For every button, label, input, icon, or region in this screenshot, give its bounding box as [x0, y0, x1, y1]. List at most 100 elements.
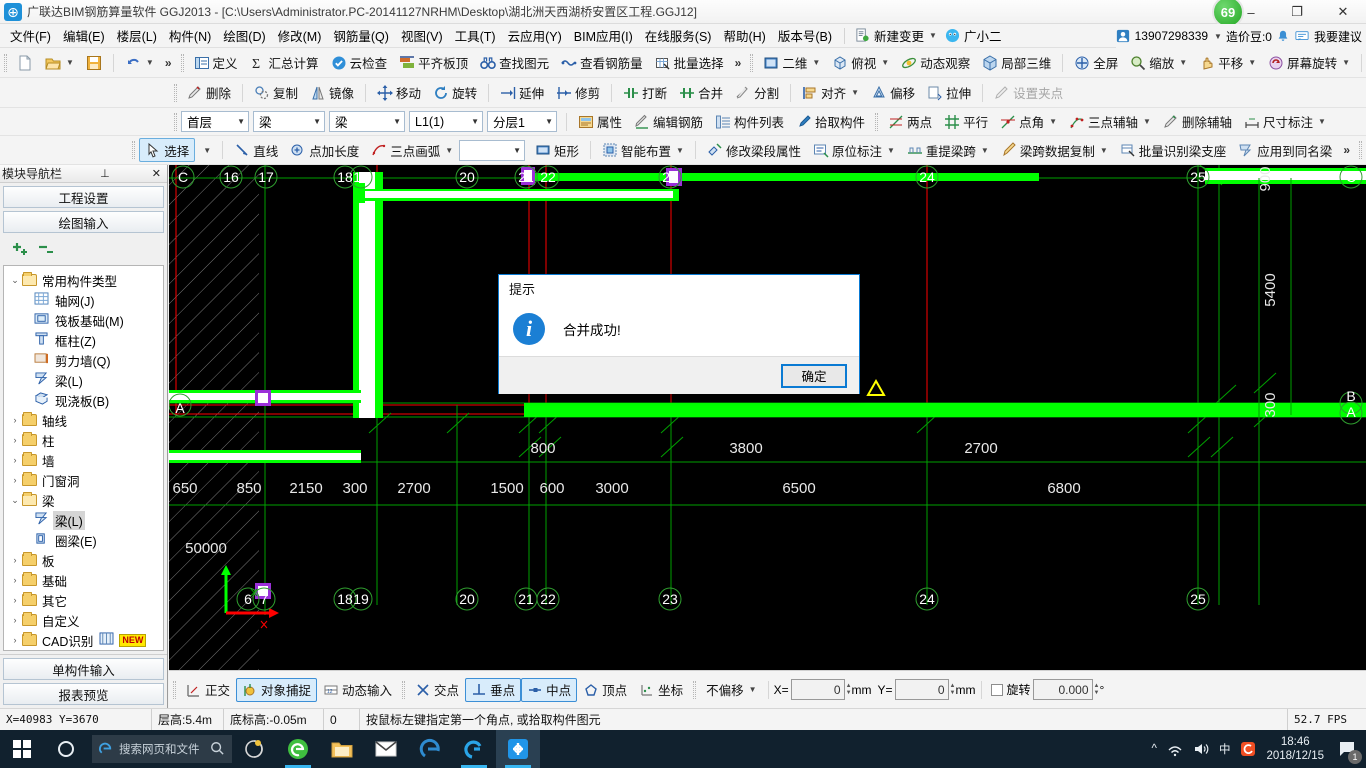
open-chevron-down-icon[interactable]: ▼: [66, 58, 74, 67]
pick-member-button[interactable]: 拾取构件: [790, 110, 871, 134]
coordinate-snap[interactable]: 坐标: [633, 678, 689, 702]
in-situ-chevron-down-icon[interactable]: ▼: [887, 146, 895, 155]
floor-chevron-down-icon[interactable]: ▼: [237, 117, 245, 126]
single-member-input-button[interactable]: 单构件输入: [3, 658, 164, 680]
re-extract-span-button[interactable]: 重提梁跨 ▼: [901, 138, 995, 162]
rectangle-tool-button[interactable]: 矩形: [529, 138, 585, 162]
menu-member[interactable]: 构件(N): [163, 23, 217, 48]
y-input[interactable]: 0: [894, 679, 949, 700]
drawing-canvas[interactable]: C 16 17 18 19 20 21 22 23 24 25 C 67 18 19 20 21…: [169, 165, 1366, 670]
dimension-button[interactable]: 尺寸标注 ▼: [1238, 110, 1332, 134]
copy-button[interactable]: 复制: [248, 81, 304, 105]
move-button[interactable]: 移动: [371, 81, 427, 105]
rotate-button[interactable]: 旋转: [427, 81, 483, 105]
batch-recognize-support-button[interactable]: 批量识别梁支座: [1114, 138, 1233, 162]
local-3d-button[interactable]: 局部三维: [976, 51, 1057, 75]
pan-button[interactable]: 平移 ▼: [1193, 51, 1262, 75]
zoom-chevron-down-icon[interactable]: ▼: [1179, 58, 1187, 67]
point-angle-axis-button[interactable]: 点角 ▼: [994, 110, 1063, 134]
apply-same-beam-button[interactable]: 应用到同名梁: [1232, 138, 1338, 162]
set-grip-point-button[interactable]: 设置夹点: [988, 81, 1069, 105]
account-phone[interactable]: 13907298339: [1135, 29, 1208, 43]
tree-item-剪力墙q[interactable]: 剪力墙(Q): [4, 350, 163, 370]
find-element-button[interactable]: 查找图元: [474, 51, 555, 75]
ime-indicator[interactable]: 中: [1219, 741, 1231, 757]
modify-grip[interactable]: [174, 83, 177, 102]
tree-item-梁l[interactable]: 梁(L): [4, 510, 163, 530]
three-point-axis-button[interactable]: 三点辅轴 ▼: [1063, 110, 1157, 134]
view-2d-button[interactable]: 二维 ▼: [757, 51, 826, 75]
tree-item-板[interactable]: › 板: [4, 550, 163, 570]
rotate-input[interactable]: 0.000: [1032, 679, 1093, 700]
notification-icon[interactable]: 1: [1334, 736, 1362, 764]
category-combo[interactable]: 梁 ▼: [253, 111, 325, 132]
merge-button[interactable]: 合并: [673, 81, 729, 105]
trim-button[interactable]: 修剪: [550, 81, 606, 105]
view-rebar-qty-button[interactable]: 查看钢筋量: [555, 51, 649, 75]
save-button[interactable]: [80, 51, 108, 75]
view-2d-chevron-down-icon[interactable]: ▼: [812, 58, 820, 67]
parallel-axis-button[interactable]: 平行: [938, 110, 994, 134]
ok-button[interactable]: 确定: [781, 363, 847, 388]
x-input[interactable]: 0: [790, 679, 845, 700]
ortho-toggle[interactable]: 正交: [180, 678, 236, 702]
tree-item-常用构件类型[interactable]: ⌄ 常用构件类型: [4, 270, 163, 290]
pan-chevron-down-icon[interactable]: ▼: [1248, 58, 1256, 67]
coin-balance[interactable]: 造价豆:0: [1226, 28, 1272, 45]
tree-item-现浇板b[interactable]: 现浇板(B): [4, 390, 163, 410]
span-data-copy-button[interactable]: 梁跨数据复制 ▼: [995, 138, 1114, 162]
tree-item-其它[interactable]: › 其它: [4, 590, 163, 610]
start-button[interactable]: [0, 730, 44, 768]
taskbar-app-browser-360[interactable]: [276, 730, 320, 768]
select-tool-button[interactable]: 选择: [139, 138, 196, 162]
menu-view[interactable]: 视图(V): [395, 23, 449, 48]
define-button[interactable]: 定义: [188, 51, 244, 75]
edit-rebar-button[interactable]: 编辑钢筋: [628, 110, 709, 134]
screen-rotate-chevron-down-icon[interactable]: ▼: [1342, 58, 1350, 67]
category-chevron-down-icon[interactable]: ▼: [313, 117, 321, 126]
user-profile[interactable]: 广小二: [941, 26, 1006, 45]
layer-chevron-down-icon[interactable]: ▼: [545, 117, 553, 126]
member-combo[interactable]: L1(1) ▼: [409, 111, 483, 132]
panel-close-icon[interactable]: ✕: [148, 167, 165, 180]
line-tool-button[interactable]: 直线: [228, 138, 284, 162]
sogou-icon[interactable]: [1240, 741, 1256, 757]
open-file-button[interactable]: ▼: [39, 51, 80, 75]
offset-mode-chevron-down-icon[interactable]: ▼: [749, 685, 757, 694]
mirror-button[interactable]: 镜像: [304, 81, 360, 105]
tree-item-cad识别[interactable]: › CAD识别 NEW: [4, 630, 163, 650]
taskbar-app-ggj[interactable]: [496, 730, 540, 768]
midpoint-snap[interactable]: 中点: [521, 677, 578, 702]
extend-button[interactable]: 延伸: [494, 81, 550, 105]
menu-modify[interactable]: 修改(M): [272, 23, 328, 48]
taskbar-app-mail[interactable]: [364, 730, 408, 768]
span-copy-chevron-down-icon[interactable]: ▼: [1100, 146, 1108, 155]
top-view-chevron-down-icon[interactable]: ▼: [881, 58, 889, 67]
tray-chevron-up-icon[interactable]: ^: [1152, 743, 1157, 755]
object-snap-toggle[interactable]: 对象捕捉: [236, 677, 318, 702]
dimension-chevron-down-icon[interactable]: ▼: [1318, 117, 1326, 126]
properties-button[interactable]: 属性: [572, 110, 628, 134]
drawing-input-button[interactable]: 绘图输入: [3, 211, 164, 233]
tree-expander-icon[interactable]: ›: [8, 435, 22, 445]
dynamic-input-toggle[interactable]: 12 动态输入: [317, 678, 398, 702]
draw-mode-combo[interactable]: ▼: [459, 139, 525, 161]
align-button[interactable]: 对齐 ▼: [796, 81, 865, 105]
tree-item-框柱z[interactable]: 框柱(Z): [4, 330, 163, 350]
point-angle-chevron-down-icon[interactable]: ▼: [1049, 117, 1057, 126]
batch-select-button[interactable]: 批量选择: [649, 51, 730, 75]
toolbar-overflow-2[interactable]: »: [730, 56, 747, 70]
tree-item-轴线[interactable]: › 轴线: [4, 410, 163, 430]
stretch-button[interactable]: 拉伸: [921, 81, 977, 105]
toolbar-grip-2[interactable]: [180, 53, 184, 72]
draw-grip-end[interactable]: [1359, 141, 1362, 159]
floor-combo[interactable]: 首层 ▼: [181, 111, 249, 132]
new-file-button[interactable]: [11, 51, 39, 75]
volume-icon[interactable]: [1193, 741, 1209, 757]
cloud-check-button[interactable]: 云检查: [325, 51, 394, 75]
select-tool-dropdown[interactable]: ▼: [195, 138, 217, 162]
select-chevron-down-icon[interactable]: ▼: [203, 146, 211, 155]
menu-tools[interactable]: 工具(T): [449, 23, 502, 48]
search-icon[interactable]: [210, 741, 226, 757]
tree-item-柱[interactable]: › 柱: [4, 430, 163, 450]
